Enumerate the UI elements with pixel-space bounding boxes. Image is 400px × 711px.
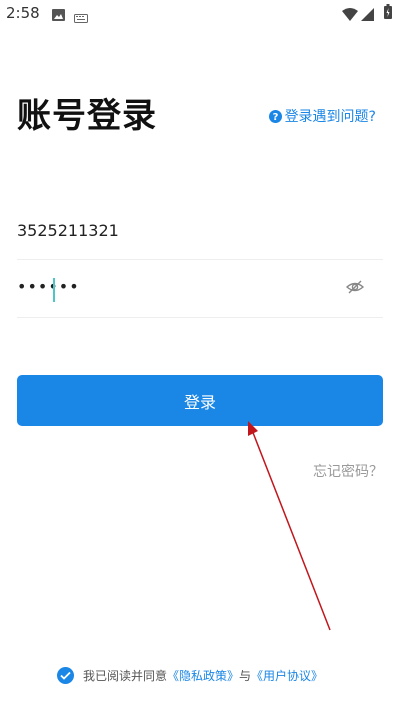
signal-icon (361, 6, 374, 25)
eye-off-icon (345, 280, 365, 294)
help-question-icon: ? (268, 109, 282, 123)
privacy-policy-link[interactable]: 《隐私政策》 (167, 667, 239, 684)
agreement-row: 我已阅读并同意 《隐私政策》 与 《用户协议》 (57, 667, 323, 684)
status-time: 2:58 (6, 4, 40, 22)
password-input[interactable]: •••••• (17, 259, 383, 318)
agreement-joiner: 与 (239, 669, 252, 683)
login-help-link[interactable]: ? 登录遇到问题? (268, 106, 376, 126)
login-button[interactable]: 登录 (17, 375, 383, 426)
user-agreement-link[interactable]: 《用户协议》 (251, 667, 323, 684)
password-visibility-toggle[interactable] (345, 277, 365, 297)
forgot-password-link[interactable]: 忘记密码？ (313, 461, 383, 481)
text-caret (53, 278, 55, 302)
check-icon (60, 671, 71, 680)
account-value: 3525211321 (17, 221, 119, 240)
image-icon (52, 6, 65, 25)
battery-icon (384, 4, 392, 23)
agreement-checkbox[interactable] (57, 667, 74, 684)
keyboard-icon (74, 8, 88, 27)
status-bar: 2:58 (0, 0, 400, 28)
wifi-icon (342, 6, 358, 25)
agreement-prefix: 我已阅读并同意 (83, 669, 168, 683)
login-button-label: 登录 (183, 392, 216, 412)
page-title: 账号登录 (17, 96, 157, 136)
login-screen: 2:58 账号登录 ? 登录遇到问题? 3525211321 •••••• 登录… (0, 0, 400, 711)
login-help-label: 登录遇到问题? (284, 109, 376, 125)
password-value: •••••• (17, 277, 80, 296)
svg-text:?: ? (272, 112, 278, 123)
account-input[interactable]: 3525211321 (17, 201, 383, 260)
